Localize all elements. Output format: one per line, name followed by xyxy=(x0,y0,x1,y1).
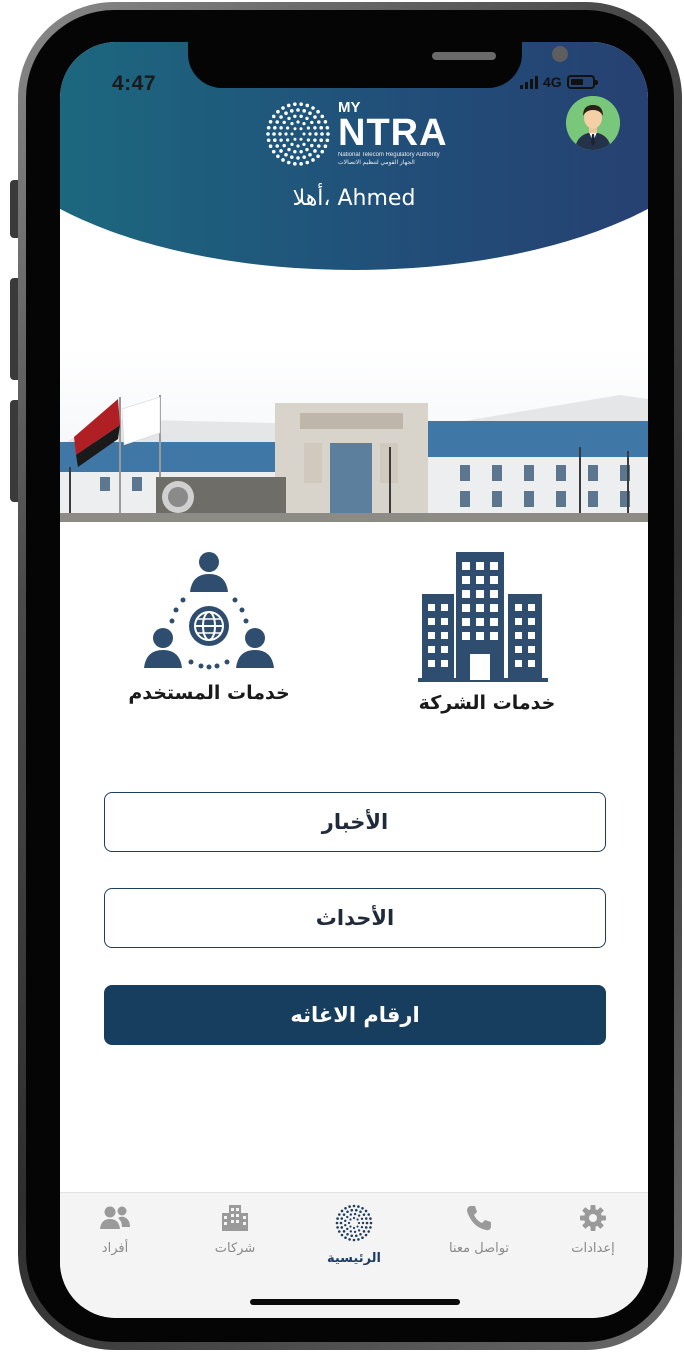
logo-subtitle-en: National Telecom Regulatory Authority xyxy=(338,152,440,158)
ntra-dots-icon xyxy=(266,102,330,166)
tab-individuals-label: أفراد xyxy=(101,1241,129,1256)
bottom-tab-bar: إعدادات تواصل معنا الرئيسية شركات أفراد xyxy=(60,1192,648,1318)
emergency-numbers-button[interactable]: ارقام الاغاثه xyxy=(104,985,606,1045)
battery-icon xyxy=(566,75,598,89)
tab-contact-us[interactable]: تواصل معنا xyxy=(424,1203,534,1256)
events-button[interactable]: الأحداث xyxy=(104,888,606,948)
company-services-label: خدمات الشركة xyxy=(418,692,556,714)
logo-ntra-text: NTRA xyxy=(338,112,448,154)
user-avatar-icon[interactable] xyxy=(566,96,620,150)
tab-settings-label: إعدادات xyxy=(571,1241,615,1256)
greeting-text: أهلا، Ahmed xyxy=(292,186,416,211)
earpiece-speaker xyxy=(432,52,496,60)
phone-icon xyxy=(467,1206,491,1231)
front-camera xyxy=(552,46,568,62)
logo-subtitle-ar: الجهاز القومي لتنظيم الاتصالات xyxy=(338,160,415,166)
globe-icon xyxy=(189,606,229,646)
app-screen: 4:47 4G MY NTRA National Telecom Regulat… xyxy=(60,42,648,1318)
building-icon xyxy=(418,552,548,682)
home-indicator xyxy=(250,1299,460,1305)
news-button[interactable]: الأخبار xyxy=(104,792,606,852)
users-network-icon xyxy=(144,552,274,670)
tab-home[interactable]: الرئيسية xyxy=(299,1203,409,1266)
building-icon xyxy=(222,1205,248,1231)
company-services-button[interactable]: خدمات الشركة xyxy=(382,550,592,714)
ntra-logo-icon xyxy=(335,1204,373,1242)
user-services-button[interactable]: خدمات المستخدم xyxy=(104,550,314,704)
tab-home-label: الرئيسية xyxy=(326,1251,382,1266)
ntra-logo: MY NTRA National Telecom Regulatory Auth… xyxy=(264,100,448,168)
people-icon xyxy=(100,1206,130,1229)
gear-icon xyxy=(580,1205,606,1231)
device-notch xyxy=(188,42,568,88)
signal-bars-icon xyxy=(520,75,538,89)
status-time: 4:47 xyxy=(112,72,157,95)
user-services-label: خدمات المستخدم xyxy=(128,682,290,704)
tab-contact-us-label: تواصل معنا xyxy=(448,1241,510,1256)
tab-settings[interactable]: إعدادات xyxy=(538,1203,648,1256)
tab-companies[interactable]: شركات xyxy=(180,1203,290,1256)
ntra-building-image xyxy=(60,347,648,522)
tab-individuals[interactable]: أفراد xyxy=(60,1203,170,1256)
status-indicators: 4G xyxy=(520,74,598,90)
tab-companies-label: شركات xyxy=(214,1241,256,1256)
network-type: 4G xyxy=(543,74,562,90)
